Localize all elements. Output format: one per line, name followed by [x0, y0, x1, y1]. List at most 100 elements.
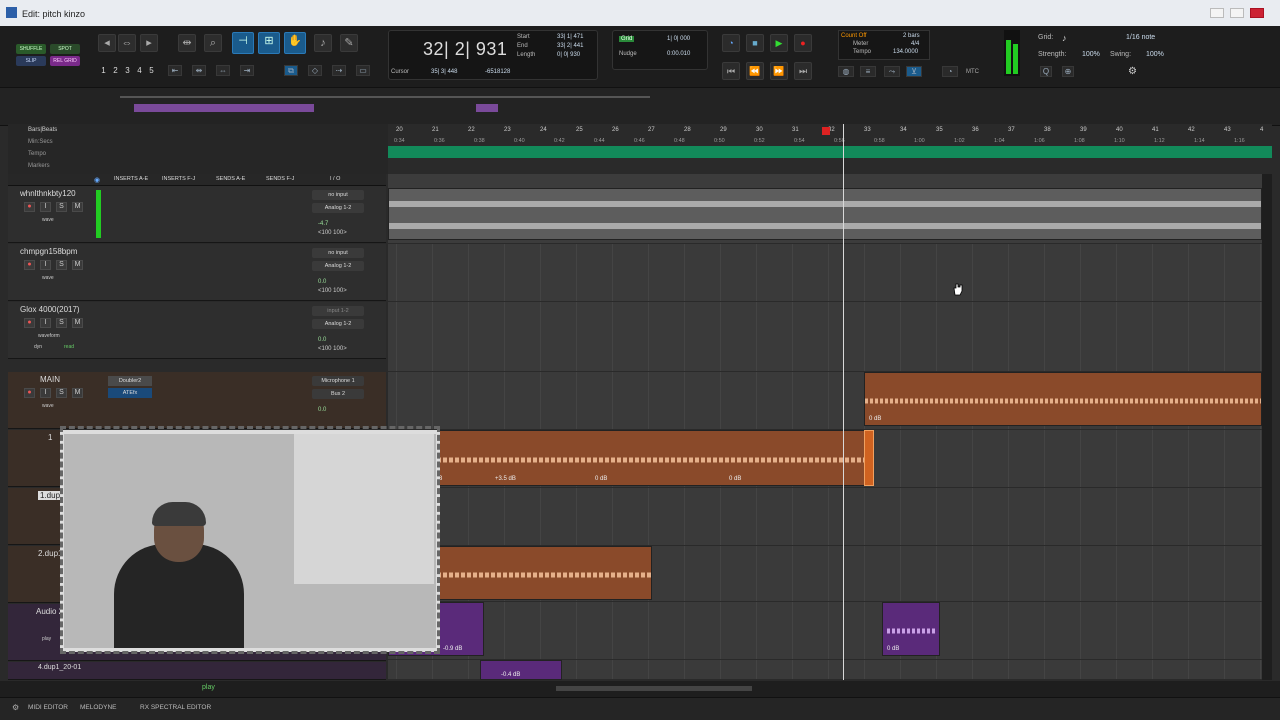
solo-button[interactable]: S [56, 318, 67, 328]
bars-beats-label[interactable]: Bars|Beats [28, 127, 57, 133]
zoom-preset-3[interactable]: 3 [123, 66, 132, 78]
online-icon[interactable]: ◔ [722, 34, 740, 52]
mute-button[interactable]: M [72, 260, 83, 270]
keyboard-focus-icon[interactable]: ▭ [356, 65, 370, 76]
track-lane[interactable] [388, 488, 1262, 546]
universe-overview[interactable] [0, 88, 1280, 126]
audio-clip[interactable]: dB +3.5 dB 0 dB 0 dB [388, 430, 868, 486]
track-header[interactable]: whnlthnkbty120 ● I S M wave no input Ana… [8, 186, 386, 243]
tab-to-transient-icon[interactable]: ⇥ [240, 65, 254, 76]
insert-slot[interactable]: Doubler2 [108, 376, 152, 386]
track-lane[interactable]: 0 dB [388, 372, 1262, 430]
edit-window-tracks[interactable]: 0 dB dB +3.5 dB 0 dB 0 dB -0.9 dB 0 dB -… [388, 174, 1262, 680]
sync-icon[interactable]: ◔ [942, 66, 958, 77]
minimize-button[interactable] [1210, 8, 1224, 18]
zoom-preset-5[interactable]: 5 [147, 66, 156, 78]
horizontal-scroll-thumb[interactable] [556, 686, 752, 691]
solo-button[interactable]: S [56, 388, 67, 398]
track-lane[interactable]: -0.4 dB [388, 660, 1262, 680]
return-to-zero-icon[interactable]: ⏮ [722, 62, 740, 80]
countoff-label[interactable]: Count Off [841, 33, 867, 39]
scrubber-tool-icon[interactable]: ♪ [314, 34, 332, 52]
nudge-value[interactable]: 0:00.010 [667, 51, 690, 57]
track-name[interactable]: whnlthnkbty120 [20, 189, 76, 198]
mtc-label[interactable]: MTC [966, 69, 979, 75]
clip-gain[interactable]: 0 dB [887, 646, 899, 652]
pan-value[interactable]: <100 100> [318, 230, 347, 236]
grabber-tool-icon[interactable]: ✋ [284, 32, 306, 54]
audio-clip[interactable] [388, 188, 1262, 240]
track-lane[interactable] [388, 546, 1262, 602]
settings-icon[interactable]: ⚙ [12, 703, 19, 712]
record-enable-button[interactable]: ● [24, 318, 35, 328]
end-value[interactable]: 33| 2| 441 [557, 43, 583, 49]
track-lane[interactable] [388, 174, 1262, 244]
volume-value[interactable]: 0.0 [318, 279, 326, 285]
volume-value[interactable]: 0.0 [318, 337, 326, 343]
tab-melodyne[interactable]: MELODYNE [80, 704, 116, 711]
spot-mode-button[interactable]: SPOT [50, 44, 80, 54]
quantize-icon[interactable]: Q [1040, 66, 1052, 77]
track-view-selector[interactable]: wave [42, 275, 54, 281]
track-name[interactable]: 1 [48, 433, 52, 442]
zoom-preset-4[interactable]: 4 [135, 66, 144, 78]
clip-gain[interactable]: 0 dB [729, 476, 741, 482]
output-selector[interactable]: Analog 1-2 [312, 261, 364, 271]
record-enable-button[interactable]: ● [24, 260, 35, 270]
track-name[interactable]: MAIN [40, 375, 60, 384]
grid-value[interactable]: 1| 0| 000 [667, 36, 690, 42]
tab-midi-editor[interactable]: MIDI EDITOR [28, 704, 68, 711]
link-selection-icon[interactable]: ⧉ [284, 65, 298, 76]
markers-ruler-label[interactable]: Markers [28, 163, 50, 169]
grid-mode-button[interactable]: REL GRID [50, 56, 80, 66]
solo-button[interactable]: S [56, 260, 67, 270]
nudge-left-icon[interactable]: ⇤ [168, 65, 182, 76]
zoom-preset-2[interactable]: 2 [111, 66, 120, 78]
midi-merge-icon[interactable]: ≡ [860, 66, 876, 77]
spacing-icon[interactable]: ⇔ [216, 65, 230, 76]
swing-value[interactable]: 100% [1146, 51, 1164, 58]
overview-visible-range[interactable] [120, 96, 650, 98]
trim-tool-icon[interactable]: ⊣ [232, 32, 254, 54]
nudge-icon[interactable]: ⇹ [192, 65, 206, 76]
audio-clip[interactable]: -0.4 dB [480, 660, 562, 680]
output-selector[interactable]: Bus 2 [312, 389, 364, 399]
output-selector[interactable]: Analog 1-2 [312, 319, 364, 329]
pan-value[interactable]: <100 100> [318, 346, 347, 352]
selected-clip-region[interactable] [864, 430, 874, 486]
zoom-horizontal-icon[interactable]: ⇔ [118, 34, 136, 52]
grid-label[interactable]: Grid [619, 36, 635, 42]
zoom-in-icon[interactable]: ▸ [140, 34, 158, 52]
volume-value[interactable]: 0.0 [318, 407, 326, 413]
track-view-selector[interactable]: waveform [38, 333, 60, 339]
clip-gain[interactable]: 0 dB [869, 416, 881, 422]
input-monitor-icon[interactable]: ⊻ [906, 66, 922, 77]
mute-button[interactable]: M [72, 202, 83, 212]
record-enable-button[interactable]: ● [24, 202, 35, 212]
clip-gain[interactable]: -0.4 dB [501, 672, 520, 678]
audio-clip[interactable]: 0 dB [864, 372, 1262, 426]
automation-mode[interactable]: read [64, 344, 74, 350]
tempo-ruler-label[interactable]: Tempo [28, 151, 46, 157]
minsec-label[interactable]: Min:Secs [28, 139, 53, 145]
mute-button[interactable]: M [72, 318, 83, 328]
input-monitor-button[interactable]: I [40, 388, 51, 398]
record-icon[interactable]: ● [794, 34, 812, 52]
selector-tool-icon[interactable]: ⊞ [258, 32, 280, 54]
track-header[interactable]: 4.dup1_20-01 [8, 662, 386, 680]
solo-button[interactable]: S [56, 202, 67, 212]
play-icon[interactable]: ▶ [770, 34, 788, 52]
output-selector[interactable]: Analog 1-2 [312, 203, 364, 213]
quantize-settings-icon[interactable]: ⊕ [1062, 66, 1074, 77]
pencil-tool-icon[interactable]: ✎ [340, 34, 358, 52]
mirror-icon[interactable]: ◇ [308, 65, 322, 76]
input-selector[interactable]: no input [312, 248, 364, 258]
shuffle-mode-button[interactable]: SHUFFLE [16, 44, 46, 54]
track-header[interactable]: MAIN ● I S M wave Doubler2 ATEfx Microph… [8, 372, 386, 429]
pan-value[interactable]: <100 100> [318, 288, 347, 294]
track-name[interactable]: chmpgn158bpm [20, 247, 77, 256]
metronome-icon[interactable]: ◍ [838, 66, 854, 77]
insert-slot[interactable]: ATEfx [108, 388, 152, 398]
grid-note-value[interactable]: 1/16 note [1126, 34, 1155, 41]
track-lane[interactable] [388, 244, 1262, 302]
